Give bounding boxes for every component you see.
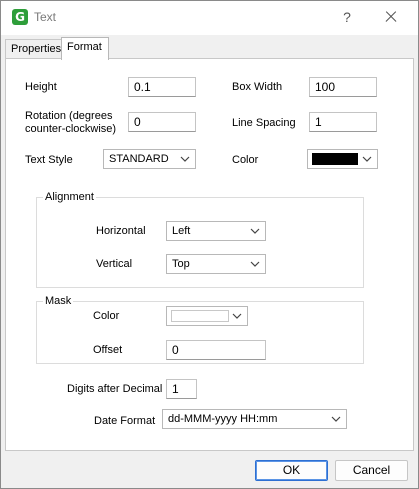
chevron-down-icon — [180, 156, 190, 162]
chevron-down-icon — [250, 228, 260, 234]
color-select[interactable] — [307, 149, 378, 169]
date-format-label: Date Format — [94, 415, 156, 427]
window-title: Text — [34, 10, 57, 24]
mask-offset-input[interactable]: 0 — [166, 340, 266, 360]
horizontal-value: Left — [172, 225, 191, 237]
mask-color-select[interactable] — [166, 306, 248, 326]
text-dialog: G Text ? Properties Format Height 0.1 Bo… — [0, 0, 419, 489]
mask-color-swatch — [171, 310, 229, 322]
mask-color-label: Color — [93, 310, 120, 322]
box-width-label: Box Width — [232, 81, 283, 93]
text-style-value: STANDARD — [109, 153, 169, 165]
date-format-value: dd-MMM-yyyy HH:mm — [168, 413, 278, 425]
cancel-button[interactable]: Cancel — [335, 460, 408, 481]
tab-format[interactable]: Format — [61, 37, 109, 60]
rotation-label-line2: counter-clockwise) — [25, 123, 117, 135]
color-swatch — [312, 153, 358, 165]
tab-properties[interactable]: Properties — [5, 39, 62, 59]
ok-button[interactable]: OK — [255, 460, 328, 481]
digits-after-decimal-input[interactable]: 1 — [166, 379, 197, 399]
chevron-down-icon — [250, 261, 260, 267]
horizontal-label: Horizontal — [96, 225, 146, 237]
rotation-label-line1: Rotation (degrees — [25, 110, 113, 122]
date-format-select[interactable]: dd-MMM-yyyy HH:mm — [162, 409, 347, 429]
line-spacing-label: Line Spacing — [232, 117, 296, 129]
mask-offset-label: Offset — [93, 344, 123, 356]
close-icon[interactable] — [379, 6, 403, 28]
color-label: Color — [232, 154, 259, 166]
help-button[interactable]: ? — [335, 6, 359, 28]
vertical-label: Vertical — [96, 258, 133, 270]
height-label: Height — [25, 81, 57, 93]
horizontal-select[interactable]: Left — [166, 221, 266, 241]
vertical-select[interactable]: Top — [166, 254, 266, 274]
box-width-input[interactable]: 100 — [309, 77, 377, 97]
rotation-input[interactable]: 0 — [128, 112, 196, 132]
alignment-group-label: Alignment — [43, 191, 96, 204]
digits-after-decimal-label: Digits after Decimal — [67, 383, 163, 395]
title-bar: G Text ? — [1, 1, 418, 35]
text-style-select[interactable]: STANDARD — [103, 149, 196, 169]
text-style-label: Text Style — [25, 154, 73, 166]
mask-group-label: Mask — [43, 295, 74, 308]
chevron-down-icon — [331, 416, 341, 422]
alignment-group — [36, 197, 364, 288]
app-logo-icon: G — [12, 9, 28, 25]
chevron-down-icon — [362, 156, 372, 162]
line-spacing-input[interactable]: 1 — [309, 112, 377, 132]
vertical-value: Top — [172, 258, 190, 270]
chevron-down-icon — [232, 313, 242, 319]
height-input[interactable]: 0.1 — [128, 77, 196, 97]
format-panel: Height 0.1 Box Width 100 Rotation (degre… — [5, 58, 414, 451]
